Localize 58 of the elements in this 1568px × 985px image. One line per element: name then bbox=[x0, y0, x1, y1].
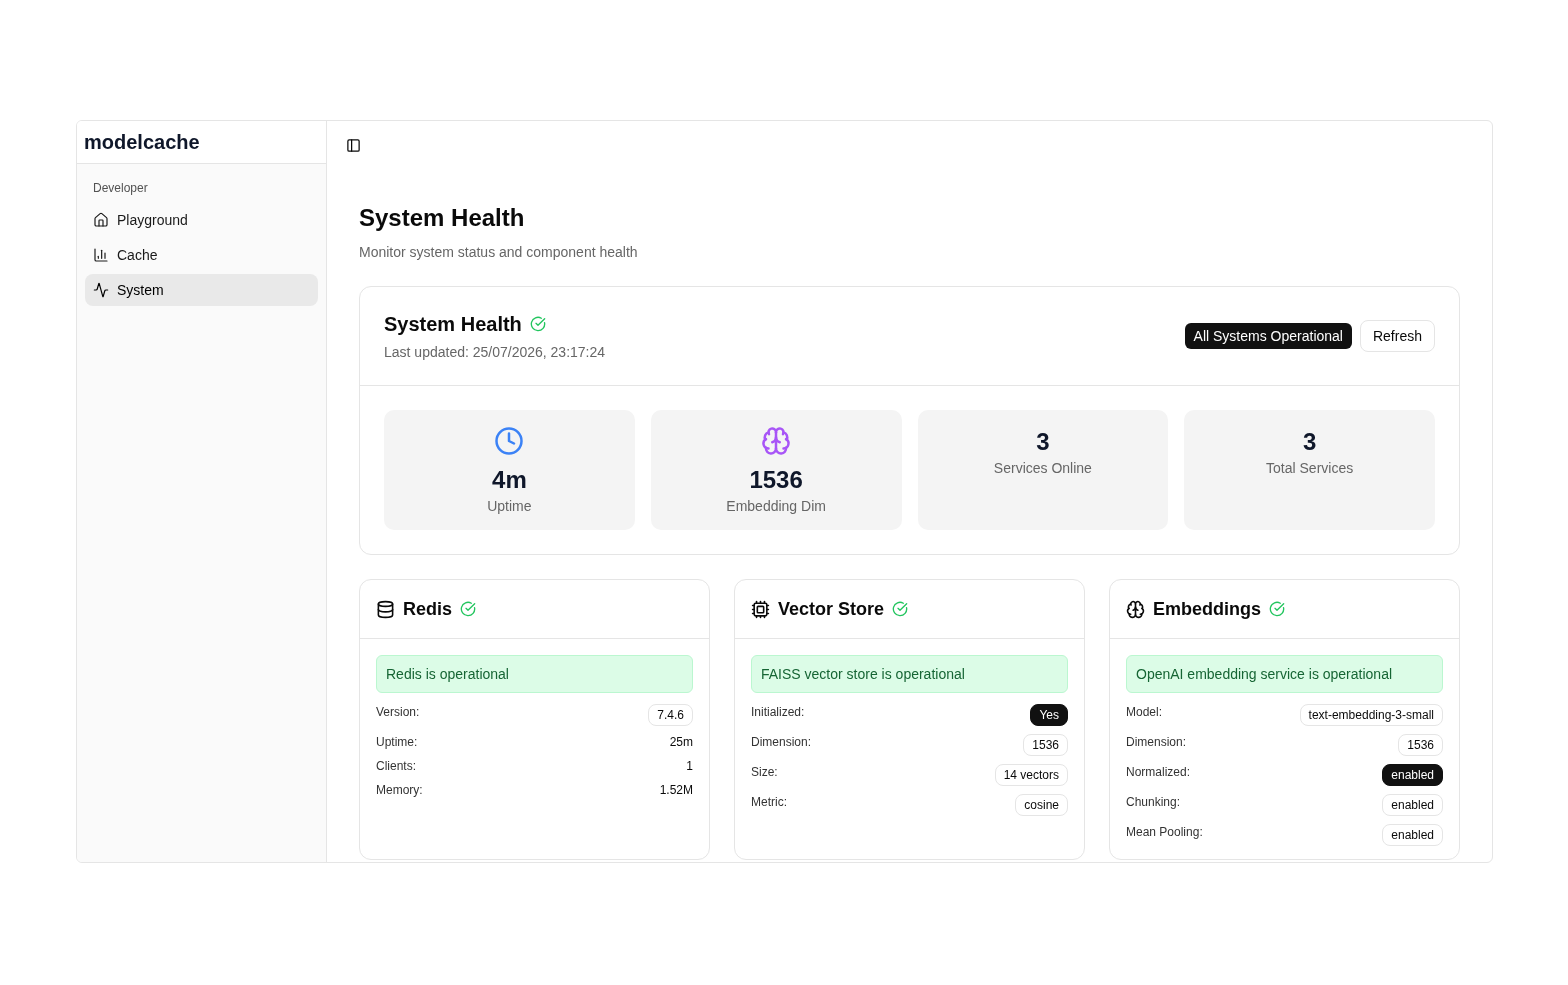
info-value: 25m bbox=[669, 734, 693, 750]
service-title: Embeddings bbox=[1153, 598, 1261, 621]
stat-label: Services Online bbox=[993, 459, 1092, 478]
value-badge: 1536 bbox=[1398, 734, 1443, 756]
bar-chart-icon bbox=[93, 247, 109, 263]
house-icon bbox=[93, 212, 109, 228]
value-badge: 7.4.6 bbox=[648, 704, 693, 726]
stat-label: Uptime bbox=[487, 497, 532, 516]
service-title: Redis bbox=[403, 598, 453, 621]
info-value: 1 bbox=[686, 758, 693, 774]
card-title: System Health bbox=[384, 312, 522, 337]
chip-icon bbox=[751, 599, 770, 619]
clock-icon bbox=[494, 426, 525, 456]
stat-value: 3 bbox=[1302, 427, 1317, 457]
status-badge: All Systems Operational bbox=[1184, 323, 1352, 349]
panel-icon bbox=[345, 137, 361, 153]
stat-label: Total Services bbox=[1266, 459, 1354, 478]
value-badge: 14 vectors bbox=[994, 764, 1068, 786]
info-value: 1.52M bbox=[659, 782, 693, 798]
stat-value: 3 bbox=[1036, 427, 1050, 457]
info-label: Uptime: bbox=[376, 734, 418, 750]
status-alert: FAISS vector store is operational bbox=[751, 655, 1068, 693]
info-label: Version: bbox=[376, 704, 420, 720]
info-label: Memory: bbox=[376, 782, 423, 798]
page-title: System Health bbox=[359, 203, 526, 233]
stat-value: 1536 bbox=[749, 465, 803, 495]
value-badge: cosine bbox=[1015, 794, 1068, 816]
page-subtitle: Monitor system status and component health bbox=[359, 243, 639, 262]
database-icon bbox=[376, 599, 395, 619]
value-badge: text-embedding-3-small bbox=[1299, 704, 1443, 726]
value-badge: enabled bbox=[1382, 794, 1443, 816]
brain-icon bbox=[761, 426, 792, 456]
status-alert: OpenAI embedding service is operational bbox=[1126, 655, 1443, 693]
refresh-button[interactable]: Refresh bbox=[1359, 320, 1435, 352]
status-alert: Redis is operational bbox=[376, 655, 693, 693]
stat-value: 4m bbox=[492, 465, 527, 495]
value-badge: 1536 bbox=[1023, 734, 1068, 756]
info-label: Dimension: bbox=[1126, 734, 1187, 750]
info-label: Dimension: bbox=[751, 734, 812, 750]
app-logo-text: modelcache bbox=[84, 130, 200, 154]
info-label: Initialized: bbox=[751, 704, 805, 720]
info-label: Model: bbox=[1126, 704, 1163, 720]
value-badge: Yes bbox=[1030, 704, 1068, 726]
pulse-icon bbox=[93, 282, 109, 298]
last-updated-text: Last updated: 25/07/2026, 23:17:24 bbox=[384, 343, 606, 362]
stat-label: Embedding Dim bbox=[726, 497, 826, 516]
info-label: Chunking: bbox=[1126, 794, 1181, 810]
info-label: Normalized: bbox=[1126, 764, 1191, 780]
info-label: Size: bbox=[751, 764, 778, 780]
brain-icon bbox=[1126, 599, 1145, 619]
value-badge: enabled bbox=[1382, 764, 1443, 786]
info-label: Mean Pooling: bbox=[1126, 824, 1203, 840]
info-label: Clients: bbox=[376, 758, 416, 774]
service-title: Vector Store bbox=[778, 598, 885, 621]
info-label: Metric: bbox=[751, 794, 787, 810]
sidebar-item[interactable]: System bbox=[85, 274, 318, 306]
value-badge: enabled bbox=[1382, 824, 1443, 846]
sidebar-group-label: Developer bbox=[92, 180, 149, 197]
